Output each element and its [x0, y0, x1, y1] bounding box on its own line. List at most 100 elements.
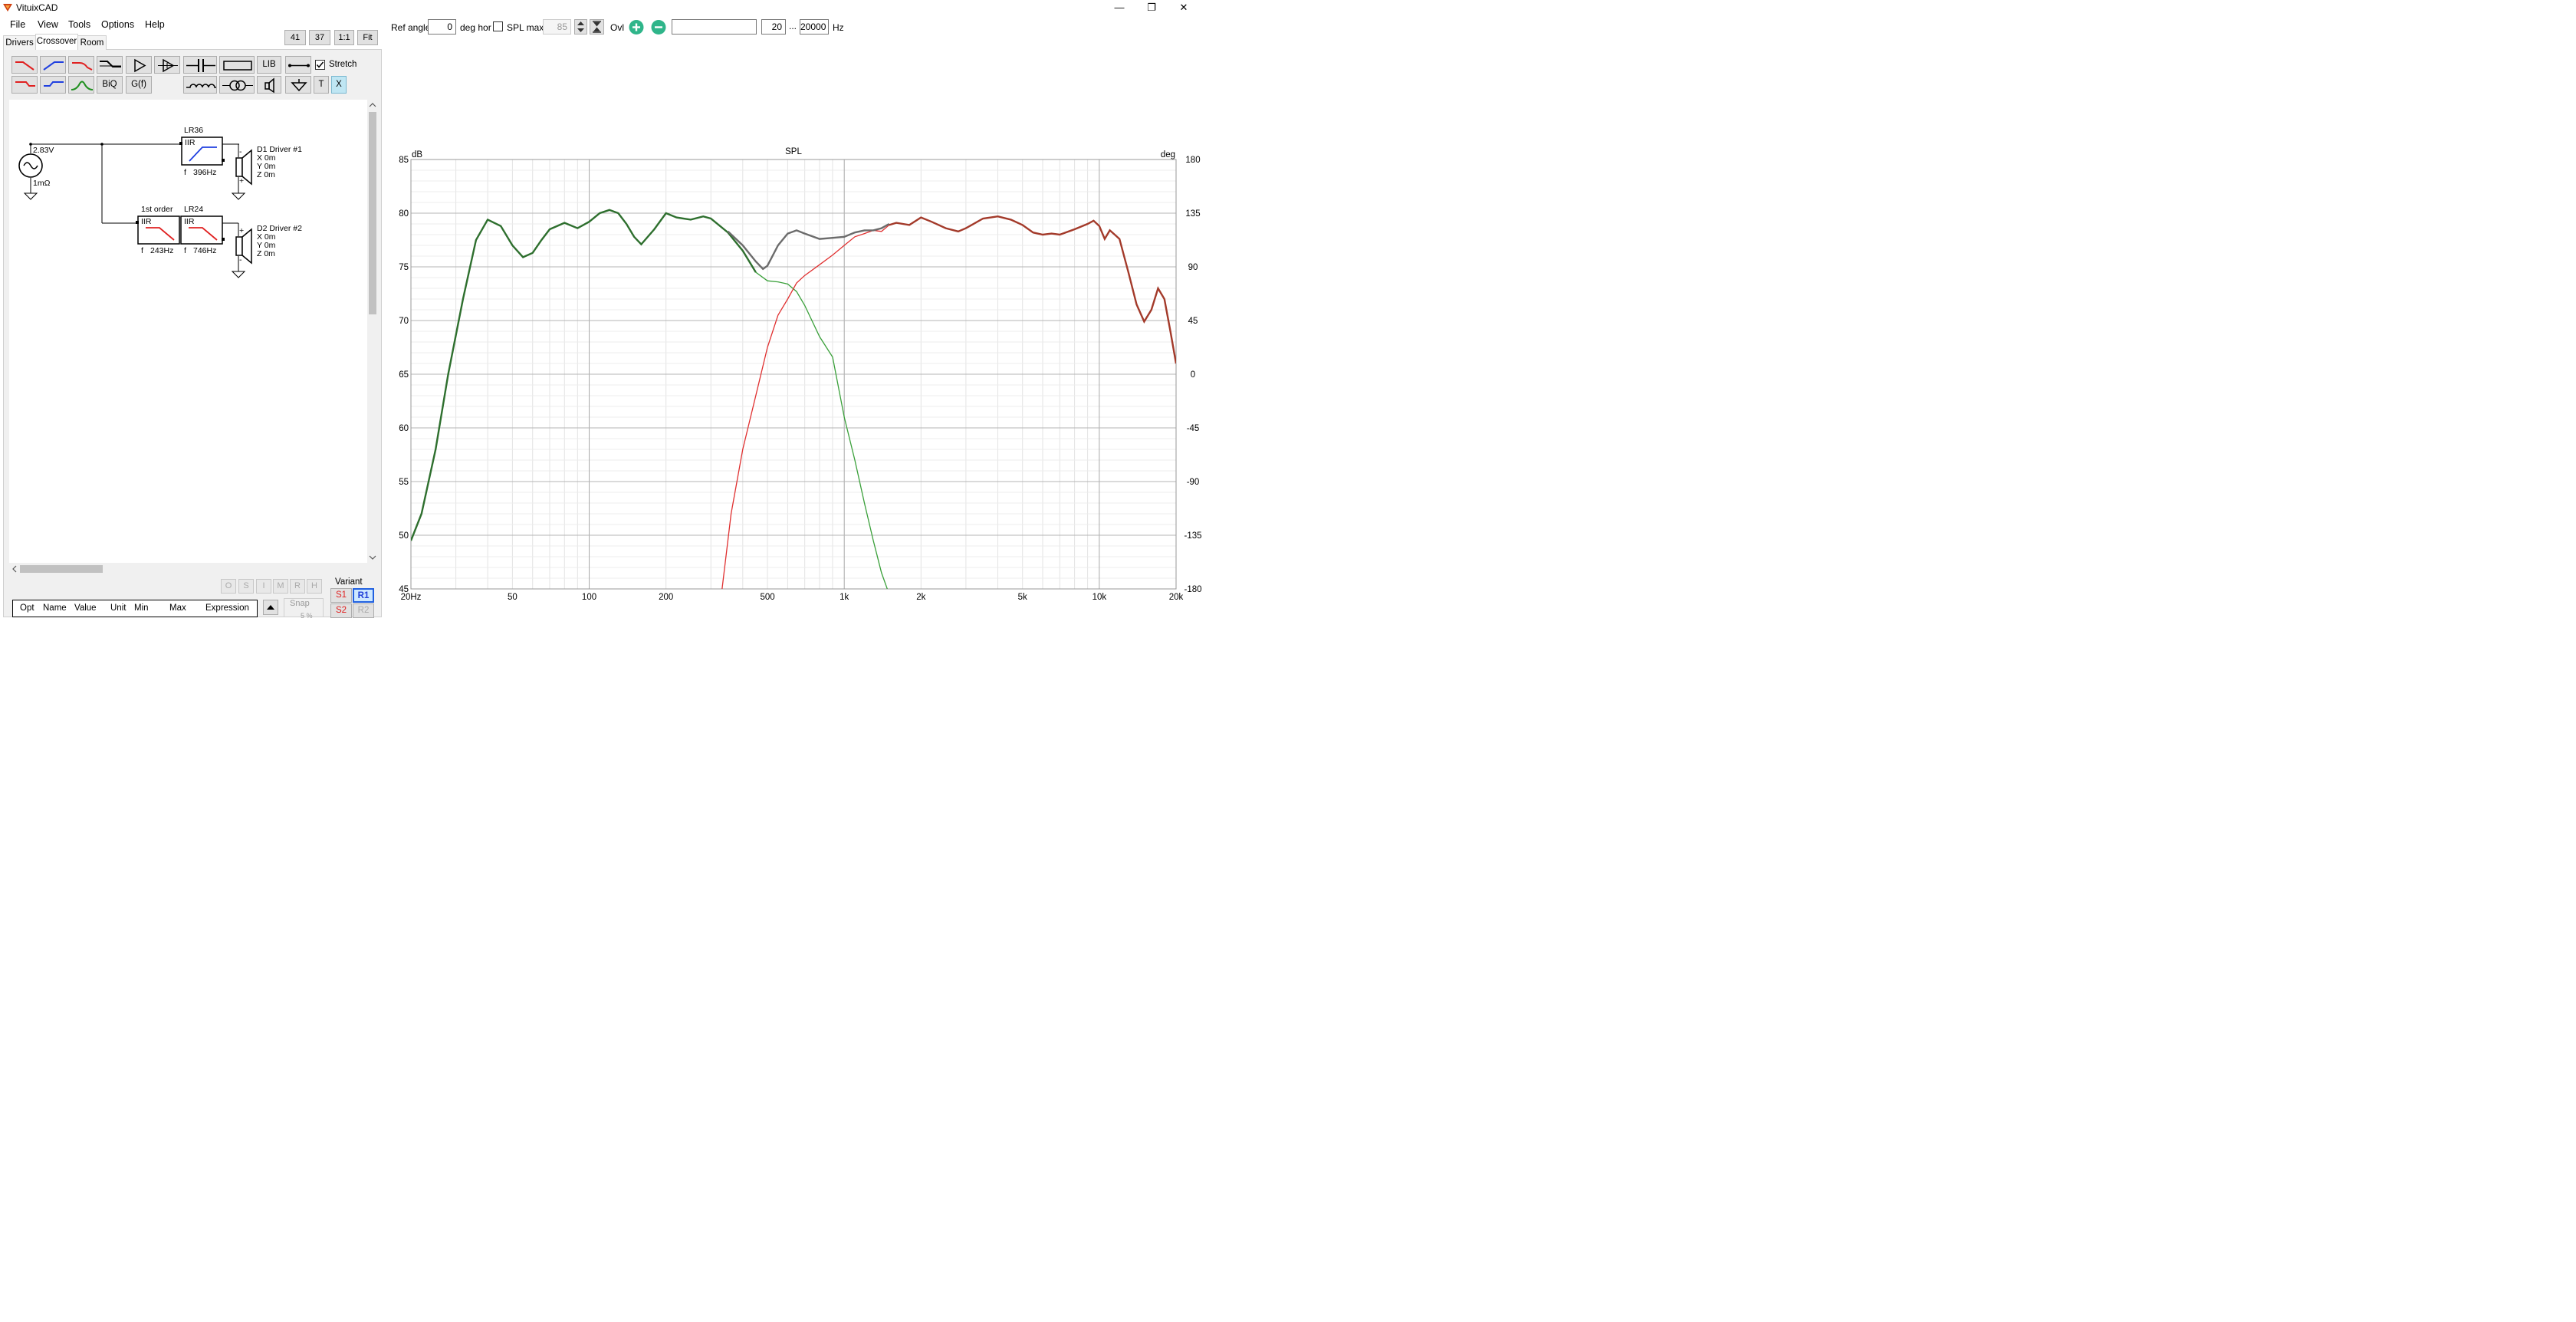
opt-i-button[interactable]: I	[256, 579, 271, 594]
block-freq-lr36: 396Hz	[193, 168, 217, 177]
x-tick-label: 1k	[840, 593, 849, 602]
wire-button[interactable]	[285, 56, 311, 74]
zoom-41-button[interactable]: 41	[284, 30, 306, 45]
lowpass-steep-icon	[15, 81, 35, 87]
opt-o-button[interactable]: O	[221, 579, 236, 594]
lowpass-red-2-button[interactable]	[12, 76, 38, 94]
highpass-icon	[43, 61, 64, 71]
driver-2-z: Z 0m	[257, 249, 275, 258]
speaker-icon	[264, 77, 274, 94]
minimize-button[interactable]: —	[1104, 0, 1135, 15]
parameter-table[interactable]: Opt Name Value Unit Min Max Expression	[12, 600, 258, 617]
biquad-button[interactable]: BiQ	[97, 76, 123, 94]
zoom-37-button[interactable]: 37	[309, 30, 330, 45]
resistor-button[interactable]	[219, 56, 255, 74]
tab-crossover[interactable]: Crossover	[35, 34, 78, 50]
woofer-response-line	[411, 209, 888, 589]
ref-angle-input[interactable]: 0	[428, 19, 456, 35]
menu-options[interactable]: Options	[101, 19, 134, 30]
add-overlay-icon[interactable]	[628, 19, 645, 35]
library-button[interactable]: LIB	[257, 56, 281, 74]
tweeter-response-line	[721, 215, 1176, 589]
block-name-first-order: 1st order	[141, 205, 173, 214]
total-response-high-line	[889, 215, 1176, 364]
inductor-icon	[186, 84, 216, 88]
y2-tick-label: -135	[1184, 531, 1201, 541]
spl-fit-button[interactable]	[590, 19, 604, 35]
spl-updown-button[interactable]	[574, 19, 587, 35]
opt-r-button[interactable]: R	[290, 579, 305, 594]
col-min: Min	[134, 603, 149, 613]
move-up-button[interactable]	[263, 600, 278, 615]
tab-room[interactable]: Room	[77, 35, 107, 50]
gain-function-button[interactable]: G(f)	[126, 76, 152, 94]
range-separator: ...	[789, 21, 797, 31]
highpass-blue-button[interactable]	[40, 56, 66, 74]
amplifier-button[interactable]	[126, 56, 152, 74]
shelf-button[interactable]	[97, 56, 123, 74]
scroll-down-arrow-icon[interactable]	[367, 552, 378, 563]
y-tick-label: 55	[399, 478, 409, 487]
remove-overlay-icon[interactable]	[650, 19, 667, 35]
col-expression: Expression	[205, 603, 249, 613]
highpass-steep-icon	[44, 81, 64, 87]
transformer-button[interactable]	[219, 76, 255, 94]
scroll-left-arrow-icon[interactable]	[9, 564, 20, 574]
y-tick-label: 50	[399, 531, 409, 541]
ground-button[interactable]	[285, 76, 311, 94]
y2-tick-label: 90	[1188, 263, 1198, 272]
menu-view[interactable]: View	[38, 19, 58, 30]
lowpass-curve-button[interactable]	[68, 56, 94, 74]
ground-icon	[291, 79, 307, 92]
x-tick-label: 5k	[1018, 593, 1027, 602]
inductor-button[interactable]	[183, 76, 217, 94]
variant-r2-button[interactable]: R2	[353, 603, 374, 618]
block-type-lr36: IIR	[185, 138, 196, 147]
scroll-up-arrow-icon[interactable]	[367, 100, 378, 110]
zoom-fit-button[interactable]: Fit	[357, 30, 378, 45]
block-type-lr24: IIR	[184, 217, 195, 226]
menu-file[interactable]: File	[10, 19, 25, 30]
freq-min-input[interactable]: 20	[761, 19, 786, 35]
tab-drivers[interactable]: Drivers	[3, 35, 36, 50]
variant-s1-button[interactable]: S1	[330, 588, 352, 603]
spl-max-input[interactable]: 85	[543, 19, 571, 35]
schematic-canvas[interactable]: 2.83V 1mΩ LR36 IIR f 396Hz 1st order IIR…	[9, 100, 368, 563]
freq-max-input[interactable]: 20000	[800, 19, 829, 35]
stretch-checkbox[interactable]	[315, 60, 325, 70]
zoom-1to1-button[interactable]: 1:1	[334, 30, 354, 45]
opt-s-button[interactable]: S	[238, 579, 254, 594]
delete-tool-button[interactable]: X	[331, 76, 347, 94]
capacitor-button[interactable]	[183, 56, 217, 74]
highpass-blue-2-button[interactable]	[40, 76, 66, 94]
opt-m-button[interactable]: M	[273, 579, 288, 594]
driver-button[interactable]	[257, 76, 281, 94]
restore-button[interactable]: ❐	[1136, 0, 1167, 15]
spl-max-checkbox[interactable]	[493, 21, 503, 31]
variant-r1-button[interactable]: R1	[353, 588, 374, 603]
opt-h-button[interactable]: H	[307, 579, 322, 594]
col-name: Name	[43, 603, 67, 613]
capacitor-icon	[186, 59, 215, 72]
text-tool-button[interactable]: T	[314, 76, 329, 94]
x-tick-label: 20Hz	[401, 593, 422, 602]
bandpass-green-button[interactable]	[68, 76, 94, 94]
spl-chart[interactable]: 45 50 55 60 65 70 75 80 85 -180 -135 -90 -45 0 45 90 13…	[388, 138, 1202, 617]
schematic-horizontal-scrollbar[interactable]	[9, 564, 368, 574]
y-axis-ticks: 455055606570758085	[399, 156, 409, 594]
app-window: VituixCAD — ❐ ✕ File View Tools Options …	[0, 0, 1202, 620]
overlay-select[interactable]	[672, 19, 757, 35]
schematic-vertical-scrollbar[interactable]	[367, 100, 378, 563]
schematic-wires	[18, 136, 252, 278]
total-response-mid-line	[727, 222, 890, 271]
stretch-label: Stretch	[329, 60, 357, 69]
lowpass-red-button[interactable]	[12, 56, 38, 74]
variant-s2-button[interactable]: S2	[330, 603, 352, 618]
menu-help[interactable]: Help	[145, 19, 165, 30]
vertical-scroll-thumb[interactable]	[369, 112, 376, 314]
close-button[interactable]: ✕	[1168, 0, 1199, 15]
buffer-button[interactable]	[154, 56, 180, 74]
menu-tools[interactable]: Tools	[68, 19, 90, 30]
horizontal-scroll-thumb[interactable]	[20, 565, 103, 573]
driver-2-minus: -	[239, 255, 242, 265]
